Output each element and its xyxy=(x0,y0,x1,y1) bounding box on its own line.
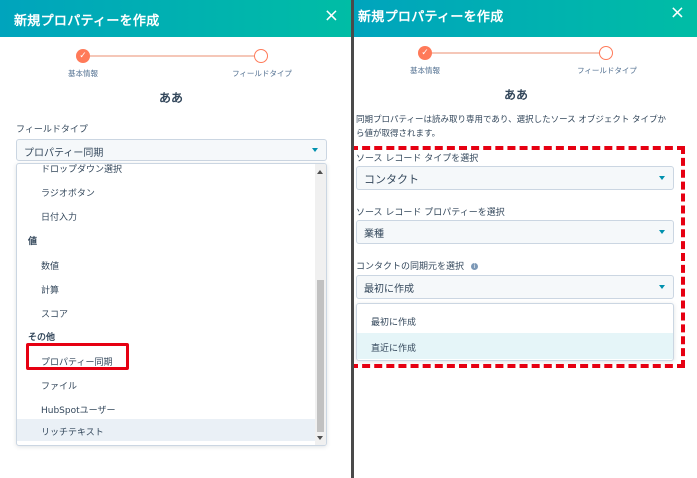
sync-property-description: 同期プロパティーは読み取り専用であり、選択したソース オブジェクト タイプか ら… xyxy=(356,113,696,141)
step-complete-check-icon: ✓ xyxy=(418,46,432,60)
scroll-up-arrow-icon[interactable] xyxy=(317,170,323,174)
dropdown-option-dropdown-select[interactable]: ドロップダウン選択 xyxy=(17,164,122,178)
step-label-field-type: フィールドタイプ xyxy=(232,69,292,78)
dropdown-option-score[interactable]: スコア xyxy=(17,301,68,323)
right-create-property-panel: 新規プロパティーを作成 × ✓ 基本情報 フィールドタイプ ああ 同期プロパティ… xyxy=(354,0,697,478)
property-name-heading: ああ xyxy=(504,88,529,102)
step-indicator: ✓ 基本情報 フィールドタイプ xyxy=(354,46,697,86)
dropdown-option-calculation[interactable]: 計算 xyxy=(17,277,59,299)
property-name-heading: ああ xyxy=(159,91,184,105)
description-line-1: 同期プロパティーは読み取り専用であり、選択したソース オブジェクト タイプか xyxy=(356,115,667,125)
step-indicator: ✓ 基本情報 フィールドタイプ xyxy=(0,49,351,89)
dropdown-option-file[interactable]: ファイル xyxy=(17,373,77,395)
panel-title: 新規プロパティーを作成 xyxy=(14,14,160,29)
step-complete-check-icon: ✓ xyxy=(76,49,90,63)
dropdown-option-hubspot-user[interactable]: HubSpotユーザー xyxy=(17,397,115,419)
field-type-selected-value: プロパティー同期 xyxy=(24,148,104,159)
step-label-basic-info: 基本情報 xyxy=(68,69,98,78)
chevron-down-icon xyxy=(312,148,318,152)
field-type-dropdown-menu: ドロップダウン選択 ラジオボタン 日付入力 値 数値 計算 スコア その他 プロ… xyxy=(16,163,327,446)
field-type-select[interactable]: プロパティー同期 xyxy=(16,139,327,161)
scroll-thumb[interactable] xyxy=(317,280,324,432)
dropdown-option-rich-text[interactable]: リッチテキスト xyxy=(17,419,315,441)
description-line-2: ら値が取得されます。 xyxy=(356,129,441,139)
close-icon[interactable]: × xyxy=(670,4,685,22)
scroll-down-arrow-icon[interactable] xyxy=(317,436,323,440)
panel-header: 新規プロパティーを作成 × xyxy=(0,0,351,37)
step-progress-line xyxy=(430,52,602,54)
step-label-field-type: フィールドタイプ xyxy=(577,66,637,75)
close-icon[interactable]: × xyxy=(324,7,339,25)
step-pending-icon xyxy=(599,46,613,60)
dropdown-group-other: その他 xyxy=(28,333,56,343)
field-type-label: フィールドタイプ xyxy=(16,125,88,135)
step-label-basic-info: 基本情報 xyxy=(410,66,440,75)
step-progress-line xyxy=(88,55,256,57)
highlight-box-property-sync xyxy=(26,343,129,370)
panel-header: 新規プロパティーを作成 × xyxy=(354,0,697,37)
dropdown-option-radio-button[interactable]: ラジオボタン xyxy=(17,180,95,202)
step-pending-icon xyxy=(254,49,268,63)
left-create-property-panel: 新規プロパティーを作成 × ✓ 基本情報 フィールドタイプ ああ フィールドタイ… xyxy=(0,0,351,478)
dropdown-option-number[interactable]: 数値 xyxy=(17,253,59,275)
dropdown-scrollbar[interactable] xyxy=(315,164,326,445)
panel-title: 新規プロパティーを作成 xyxy=(358,10,504,25)
highlight-dashed-box-sync-settings xyxy=(354,146,685,368)
dropdown-group-value: 値 xyxy=(28,237,38,247)
dropdown-option-date-picker[interactable]: 日付入力 xyxy=(17,204,77,226)
